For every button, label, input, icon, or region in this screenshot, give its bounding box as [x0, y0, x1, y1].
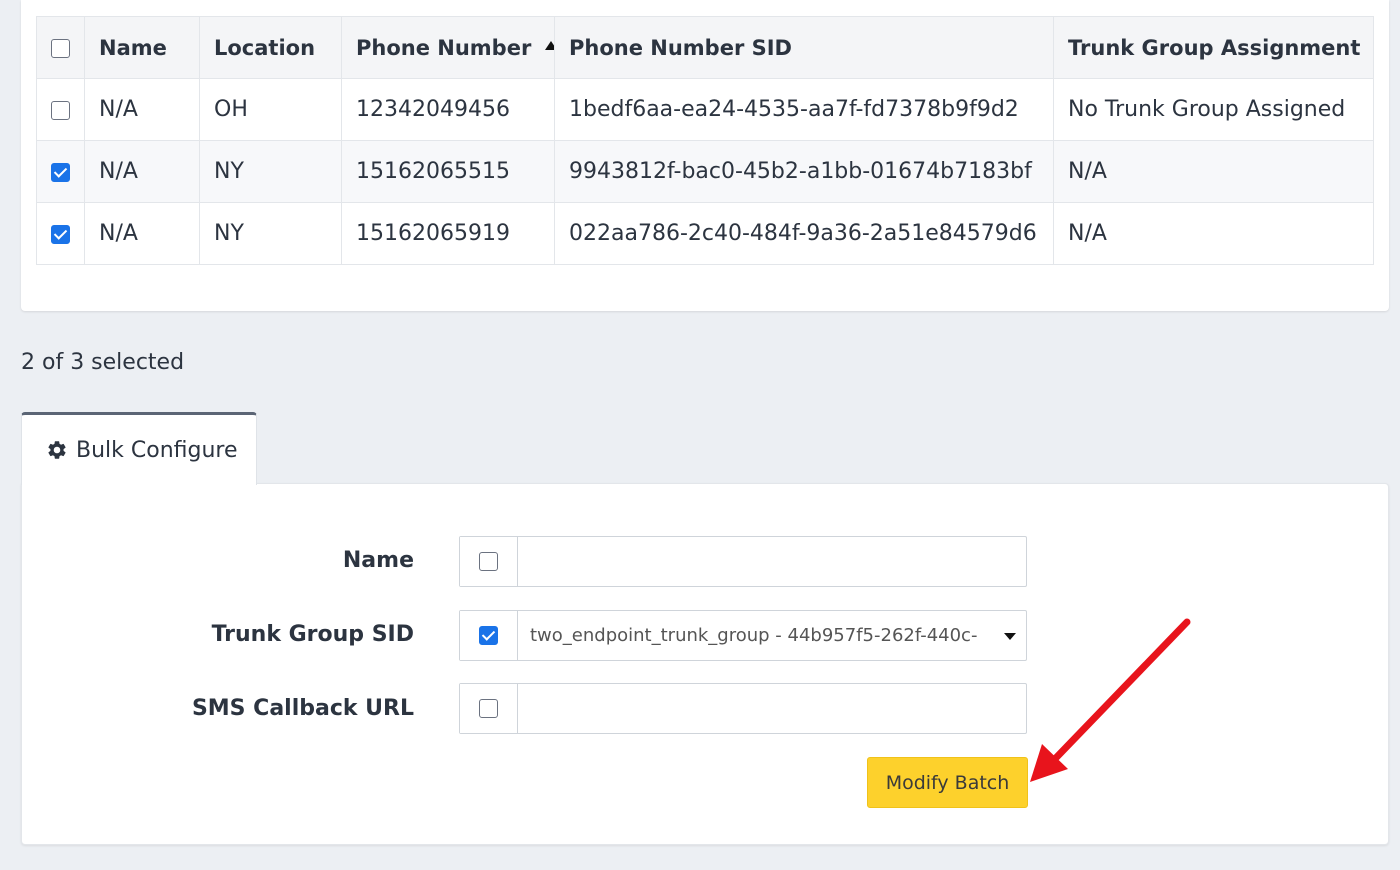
cell-phone-number-sid: 1bedf6aa-ea24-4535-aa7f-fd7378b9f9d2 [554, 78, 1054, 141]
selection-status: 2 of 3 selected [21, 350, 185, 375]
cell-location: OH [199, 78, 342, 141]
column-header-phone-number-sid[interactable]: Phone Number SID [554, 16, 1054, 79]
table-row: N/A NY 15162065515 9943812f-bac0-45b2-a1… [36, 140, 1374, 203]
sms-callback-url-enable-addon [460, 684, 518, 733]
tab-bulk-configure-label: Bulk Configure [76, 437, 238, 463]
trunk-group-sid-enable-addon [460, 611, 518, 660]
trunk-group-sid-selected-value: two_endpoint_trunk_group - 44b957f5-262f… [530, 625, 978, 646]
column-header-name[interactable]: Name [84, 16, 200, 79]
cell-trunk-group: N/A [1053, 202, 1374, 265]
table-header-row: Name Location Phone Number Phone Number … [36, 16, 1374, 79]
sms-callback-url-input[interactable] [518, 684, 1026, 733]
row-select-cell [36, 202, 85, 265]
annotation-arrow-icon [1030, 618, 1191, 782]
cell-phone-number-sid: 9943812f-bac0-45b2-a1bb-01674b7183bf [554, 140, 1054, 203]
cell-location: NY [199, 202, 342, 265]
select-all-cell [36, 16, 85, 79]
sms-callback-url-enable-checkbox[interactable] [479, 699, 498, 718]
cell-name: N/A [84, 202, 200, 265]
column-header-location[interactable]: Location [199, 16, 342, 79]
trunk-group-sid-enable-checkbox[interactable] [479, 626, 498, 645]
name-field-group [459, 536, 1027, 587]
name-label: Name [342, 548, 414, 573]
select-all-checkbox[interactable] [51, 39, 70, 58]
row-select-cell [36, 78, 85, 141]
cell-location: NY [199, 140, 342, 203]
phone-numbers-table: Name Location Phone Number Phone Number … [36, 16, 1374, 265]
column-header-phone-number-label: Phone Number [356, 35, 532, 60]
name-enable-checkbox[interactable] [479, 552, 498, 571]
cell-phone-number: 15162065919 [341, 202, 555, 265]
cell-phone-number-sid: 022aa786-2c40-484f-9a36-2a51e84579d6 [554, 202, 1054, 265]
sms-callback-url-field-group [459, 683, 1027, 734]
cell-trunk-group: N/A [1053, 140, 1374, 203]
sort-ascending-icon [545, 41, 554, 50]
cell-name: N/A [84, 140, 200, 203]
row-select-cell [36, 140, 85, 203]
cell-name: N/A [84, 78, 200, 141]
row-select-checkbox[interactable] [51, 224, 70, 244]
trunk-group-sid-field-group: two_endpoint_trunk_group - 44b957f5-262f… [459, 610, 1027, 661]
name-input[interactable] [518, 537, 1026, 586]
cell-phone-number: 12342049456 [341, 78, 555, 141]
table-row: N/A NY 15162065919 022aa786-2c40-484f-9a… [36, 202, 1374, 265]
column-header-phone-number[interactable]: Phone Number [341, 16, 555, 79]
trunk-group-sid-label: Trunk Group SID [211, 622, 414, 647]
cell-trunk-group: No Trunk Group Assigned [1053, 78, 1374, 141]
sms-callback-url-label: SMS Callback URL [191, 696, 414, 721]
column-header-trunk-group-assignment[interactable]: Trunk Group Assignment [1053, 16, 1374, 79]
row-select-checkbox[interactable] [51, 162, 70, 182]
name-enable-addon [460, 537, 518, 586]
row-select-checkbox[interactable] [51, 100, 70, 120]
table-row: N/A OH 12342049456 1bedf6aa-ea24-4535-aa… [36, 78, 1374, 141]
trunk-group-sid-select[interactable]: two_endpoint_trunk_group - 44b957f5-262f… [518, 611, 1026, 660]
gear-icon [48, 441, 66, 459]
cell-phone-number: 15162065515 [341, 140, 555, 203]
chevron-down-icon [1004, 632, 1016, 640]
tab-bulk-configure[interactable]: Bulk Configure [21, 412, 257, 485]
modify-batch-button[interactable]: Modify Batch [867, 757, 1028, 808]
